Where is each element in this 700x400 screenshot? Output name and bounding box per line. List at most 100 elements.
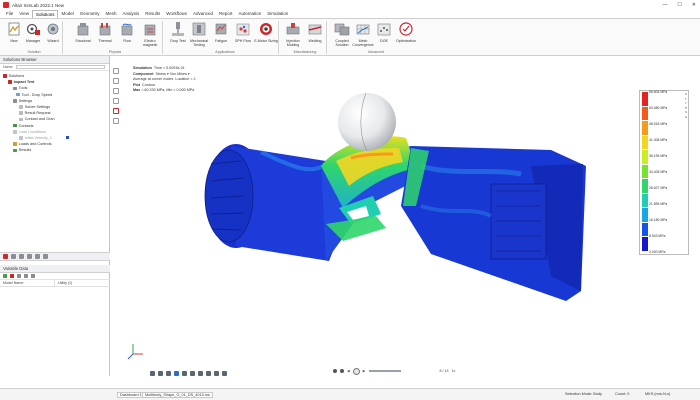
ribbon-thermal-button[interactable]: Thermal: [93, 21, 117, 43]
label-icon[interactable]: [190, 371, 195, 376]
legend-value: 28.627 MPa: [649, 186, 668, 190]
contour-icon[interactable]: [174, 371, 179, 376]
ribbon: New Manager Wizard Structural Thermal Fl…: [0, 18, 700, 56]
menu-tab-results[interactable]: Results: [142, 10, 163, 18]
fatigue-icon: [213, 21, 229, 37]
edges-icon[interactable]: [166, 371, 171, 376]
group-label-manufacturing: Manufacturing: [293, 50, 317, 54]
solutions-browser-title: Solutions Browser: [0, 56, 109, 64]
shaded-icon[interactable]: [150, 371, 155, 376]
ribbon-fatigue-button[interactable]: Fatigue: [209, 21, 233, 43]
export-icon[interactable]: [31, 274, 35, 278]
loads-controls-icon: [13, 142, 17, 146]
structural-icon: [75, 21, 91, 37]
solver-settings-icon: [19, 105, 23, 109]
add-icon[interactable]: [3, 274, 7, 278]
ribbon-injection-molding-button[interactable]: Injection Molding: [281, 21, 305, 47]
group-label-advanced: Advanced: [368, 50, 384, 54]
step-forward-icon[interactable]: ▶: [363, 369, 366, 373]
tree-node-results[interactable]: Results: [3, 147, 106, 153]
results-tab-icon[interactable]: [35, 254, 40, 259]
menu-tab-mesh[interactable]: Mesh: [103, 10, 120, 18]
stress-contour-model[interactable]: [111, 56, 700, 378]
legend-value: 8.943 MPa: [649, 234, 666, 238]
menu-tab-view[interactable]: View: [16, 10, 32, 18]
legend-value: 0.000 MPa: [649, 250, 666, 254]
browser-filter-row: Name: [0, 64, 109, 71]
thermal-icon: [97, 21, 113, 37]
legend-swatch: [642, 150, 648, 165]
ribbon-optimization-button[interactable]: Optimization: [394, 21, 418, 43]
solutions-tree: Solutions Impact Test Tools Tool - Drop …: [0, 71, 109, 155]
ribbon-separator: [278, 21, 279, 54]
delete-icon[interactable]: [10, 274, 14, 278]
ribbon-e-motor-button[interactable]: E-Motor Sizing: [254, 21, 278, 43]
contact-gran-icon: [19, 117, 23, 122]
ribbon-welding-button[interactable]: Welding: [303, 21, 327, 43]
clip-icon[interactable]: [198, 371, 203, 376]
solutions-icon: [3, 74, 7, 78]
filter-label: Name: [3, 65, 13, 69]
transparency-icon[interactable]: [182, 371, 187, 376]
settings-icon: [13, 99, 17, 103]
close-button[interactable]: ✕: [692, 2, 696, 8]
menu-tab-advanced[interactable]: Advanced: [190, 10, 216, 18]
properties-tab-icon[interactable]: [27, 254, 32, 259]
new-solution-icon: [6, 21, 22, 37]
group-label-physics: Physics: [108, 50, 122, 54]
legend-value: 53.480 MPa: [649, 106, 668, 110]
play-icon[interactable]: [333, 369, 337, 373]
dashboard-selector[interactable]: Dashboard 1: [117, 392, 145, 398]
scripts-tab-icon[interactable]: [43, 254, 48, 259]
display-toolbar: [150, 371, 227, 376]
filter-input[interactable]: [15, 64, 105, 70]
sph-flow-icon: [235, 21, 251, 37]
stop-icon[interactable]: [340, 369, 344, 373]
menu-tab-file[interactable]: File: [3, 10, 16, 18]
legend-swatch: [642, 222, 648, 238]
model-file-tab[interactable]: Multibody_Shape_G_01_DS_4013.ms: [142, 392, 213, 398]
menu-tab-report[interactable]: Report: [216, 10, 236, 18]
measure-icon[interactable]: [206, 371, 211, 376]
import-icon[interactable]: [24, 274, 28, 278]
drop-test-icon: [170, 21, 186, 37]
materials-tab-icon[interactable]: [19, 254, 24, 259]
playback-speed[interactable]: 1x: [452, 369, 456, 373]
menu-tab-workflows[interactable]: Workflows: [163, 10, 190, 18]
step-back-icon[interactable]: ◀: [347, 369, 350, 373]
edit-icon[interactable]: [17, 274, 21, 278]
menu-tab-model[interactable]: Model: [58, 10, 76, 18]
lighting-icon[interactable]: [214, 371, 219, 376]
ribbon-doe-button[interactable]: DOE: [372, 21, 396, 43]
menu-tab-solutions[interactable]: Solutions: [31, 10, 59, 18]
legend-swatch: [642, 121, 648, 136]
ribbon-flow-button[interactable]: Flow: [115, 21, 139, 43]
units-selector[interactable]: MKS (mm-N-s): [645, 392, 670, 396]
menu-tab-geometry[interactable]: Geometry: [77, 10, 103, 18]
tools-icon: [13, 86, 17, 91]
solutions-tab-icon[interactable]: [3, 254, 8, 259]
camera-icon[interactable]: [222, 371, 227, 376]
model-tab-icon[interactable]: [11, 254, 16, 259]
ribbon-mechanical-testing-button[interactable]: Mechanical Testing: [187, 21, 211, 47]
ribbon-sph-flow-button[interactable]: SPH Flow: [231, 21, 255, 43]
frame-counter: 8 / 15: [439, 369, 449, 373]
frame-slider[interactable]: [368, 370, 401, 372]
menu-tab-simulation[interactable]: Simulation: [264, 10, 291, 18]
minimize-button[interactable]: —: [662, 2, 667, 8]
graphics-viewport[interactable]: Simulation Time = 0.0093e-01 Component S…: [111, 56, 700, 378]
selection-mode: Selection Mode: Body: [565, 392, 602, 396]
mesh-convergence-icon: [355, 21, 371, 37]
record-button[interactable]: [352, 367, 360, 375]
group-label-solution: Solution: [27, 50, 41, 54]
legend-value: 16.180 MPa: [649, 218, 668, 222]
maximize-button[interactable]: ☐: [677, 2, 681, 8]
ribbon-separator: [62, 21, 63, 54]
flow-icon: [119, 21, 135, 37]
menu-tab-analysis[interactable]: Analysis: [120, 10, 143, 18]
ribbon-electromagnetic-button[interactable]: Electro magnetic: [138, 21, 162, 47]
legend-value: 48.518 MPa: [649, 122, 668, 126]
menu-tab-automation[interactable]: Automation: [236, 10, 265, 18]
wireframe-icon[interactable]: [158, 371, 163, 376]
ribbon-structural-button[interactable]: Structural: [71, 21, 95, 43]
